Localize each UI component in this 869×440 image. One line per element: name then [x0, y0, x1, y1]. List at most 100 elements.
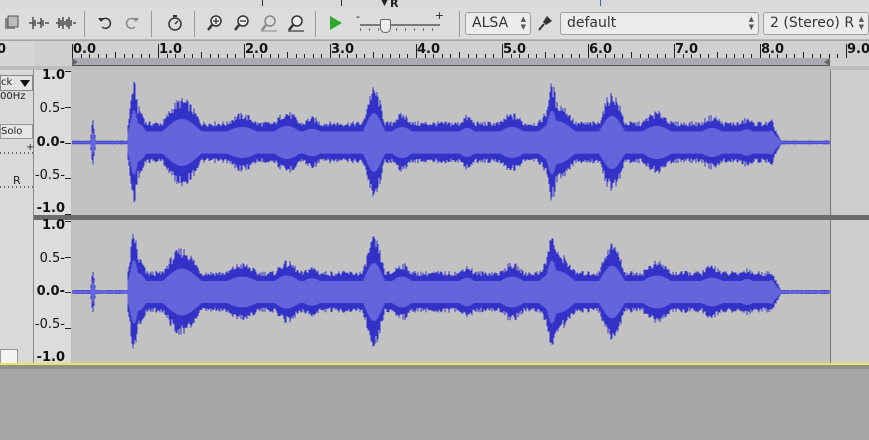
- select-arrows-icon: ▲ ▼: [858, 15, 864, 31]
- gain-slider[interactable]: [0, 152, 33, 154]
- ruler-minor-tick: [683, 54, 684, 58]
- track-panel: ck 00Hz Solo + R 1.0 0.5- 0.0- -0.5- -1.0 1.…: [0, 66, 869, 367]
- ruler-left-label: 0: [0, 42, 7, 57]
- recording-channels-select[interactable]: 2 (Stereo) R ▲ ▼: [763, 12, 869, 35]
- waveform-right-svg: [72, 234, 830, 349]
- scale-label: 0.5-: [39, 251, 65, 266]
- ruler-major-tick: [244, 44, 245, 58]
- meter-toolbar-top: ▼ R: [0, 0, 869, 10]
- ruler-minor-tick: [691, 54, 692, 58]
- select-arrows-icon: ▲ ▼: [520, 15, 526, 31]
- trim-audio-icon[interactable]: [54, 12, 78, 34]
- audio-host-value: ALSA: [472, 15, 509, 31]
- scale-tick: [65, 143, 71, 144]
- ruler-minor-tick: [614, 54, 615, 58]
- ruler-minor-tick: [476, 54, 477, 58]
- audio-host-select[interactable]: ALSA ▲ ▼: [465, 12, 531, 35]
- timeline-ruler[interactable]: 0 0.0 1.0 2.0 3.0 4.0 5.0 6.0 7.0 8.0 9.0: [0, 41, 869, 66]
- play-meter-icon[interactable]: [323, 12, 347, 34]
- track-name-menu[interactable]: ck: [0, 75, 33, 91]
- vertical-scale-right-channel[interactable]: 1.0 0.5- 0.0- -0.5- -1.0: [34, 218, 71, 365]
- fit-project-icon[interactable]: [284, 12, 308, 34]
- waveform-right-channel[interactable]: [72, 220, 830, 364]
- zoom-out-icon[interactable]: [230, 12, 254, 34]
- scale-tick: [65, 328, 71, 329]
- ruler-minor-tick: [519, 54, 520, 58]
- solo-button[interactable]: Solo: [0, 124, 33, 139]
- slider-thumb[interactable]: [380, 19, 391, 33]
- scale-label: 0.0-: [36, 284, 65, 299]
- ruler-minor-tick: [373, 52, 374, 58]
- ruler-left-margin: 0: [0, 41, 35, 66]
- toolbar-separator: [194, 11, 195, 37]
- ruler-label: 2.0: [245, 42, 269, 57]
- scale-tick: [65, 71, 71, 72]
- ruler-minor-tick: [571, 54, 572, 58]
- ruler-minor-tick: [640, 54, 641, 58]
- ruler-end-marker: [824, 58, 830, 66]
- ruler-minor-tick: [106, 54, 107, 58]
- ruler-minor-tick: [536, 54, 537, 58]
- track-rate-label: 00Hz: [0, 91, 26, 102]
- ruler-minor-tick: [820, 54, 821, 58]
- ruler-major-tick: [330, 44, 331, 58]
- ruler-minor-tick: [769, 54, 770, 58]
- ruler-minor-tick: [631, 52, 632, 58]
- track-empty-area-right[interactable]: [830, 220, 869, 364]
- ruler-minor-tick: [356, 54, 357, 58]
- ruler-minor-tick: [407, 54, 408, 58]
- ruler-minor-tick: [442, 54, 443, 58]
- recording-device-select[interactable]: default ▲ ▼: [560, 12, 759, 35]
- undo-icon[interactable]: [93, 12, 117, 34]
- ruler-label: 5.0: [503, 42, 527, 57]
- ruler-minor-tick: [270, 54, 271, 58]
- scale-tick: [65, 221, 71, 222]
- ruler-major-tick: [72, 44, 73, 58]
- vertical-scale-left-channel[interactable]: 1.0 0.5- 0.0- -0.5- -1.0: [34, 68, 71, 216]
- ruler-minor-tick: [399, 54, 400, 58]
- ruler-minor-tick: [81, 54, 82, 58]
- ruler-minor-tick: [579, 54, 580, 58]
- zoom-in-icon[interactable]: [203, 12, 227, 34]
- edit-toolbar: - + ALSA ▲ ▼ default ▲ ▼ 2 (Stereo) R ▲ ▼: [0, 8, 869, 40]
- ruler-minor-tick: [528, 54, 529, 58]
- scale-tick: [65, 257, 71, 258]
- waveform-left-channel[interactable]: [72, 70, 830, 215]
- ruler-minor-tick: [364, 54, 365, 58]
- clip-toolbar-icon[interactable]: [0, 12, 24, 34]
- ruler-minor-tick: [751, 54, 752, 58]
- ruler-quick-play-band[interactable]: [72, 58, 830, 65]
- ruler-minor-tick: [210, 54, 211, 58]
- ruler-minor-tick: [201, 52, 202, 58]
- solo-button-label: Solo: [1, 126, 23, 137]
- fit-selection-icon[interactable]: [257, 12, 281, 34]
- ruler-minor-tick: [89, 54, 90, 58]
- ruler-minor-tick: [657, 54, 658, 58]
- scale-tick: [65, 178, 71, 179]
- track-name-label: ck: [1, 77, 13, 88]
- ruler-minor-tick: [597, 54, 598, 58]
- ruler-minor-tick: [425, 54, 426, 58]
- ruler-minor-tick: [726, 54, 727, 58]
- ruler-minor-tick: [468, 54, 469, 58]
- redo-icon[interactable]: [120, 12, 144, 34]
- ruler-minor-tick: [141, 54, 142, 58]
- silence-audio-icon[interactable]: [27, 12, 51, 34]
- pan-slider[interactable]: [0, 186, 33, 188]
- ruler-minor-tick: [743, 54, 744, 58]
- ruler-minor-tick: [339, 54, 340, 58]
- ruler-minor-tick: [786, 54, 787, 58]
- ruler-label: 8.0: [761, 42, 785, 57]
- ruler-minor-tick: [347, 54, 348, 58]
- timer-icon[interactable]: [163, 12, 187, 34]
- track-menu-dropdown-icon: [20, 80, 30, 87]
- meter-dropdown-icon[interactable]: ▼: [381, 0, 388, 8]
- ruler-minor-tick: [829, 54, 830, 58]
- ruler-minor-tick: [296, 54, 297, 58]
- ruler-major-tick: [416, 44, 417, 58]
- track-empty-area-left[interactable]: [830, 70, 869, 215]
- ruler-minor-tick: [235, 54, 236, 58]
- scale-label: -0.5-: [34, 168, 65, 183]
- playback-speed-slider[interactable]: - +: [352, 9, 448, 36]
- scale-label: -0.5-: [34, 317, 65, 332]
